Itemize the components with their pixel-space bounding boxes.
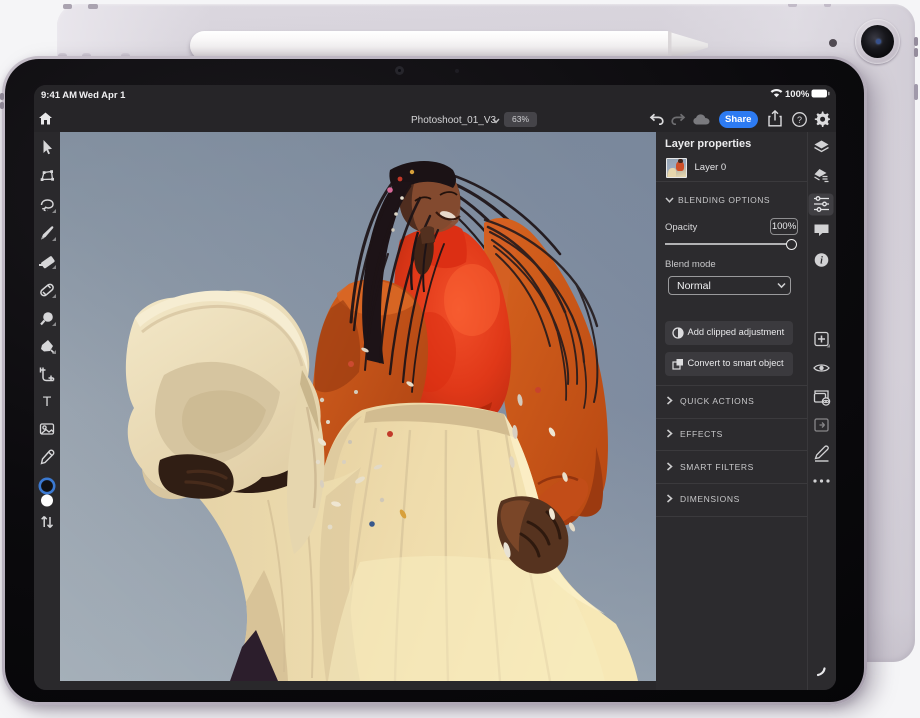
svg-text:?: ? xyxy=(797,115,802,125)
svg-text:T: T xyxy=(43,393,52,409)
svg-text:i: i xyxy=(820,256,823,267)
